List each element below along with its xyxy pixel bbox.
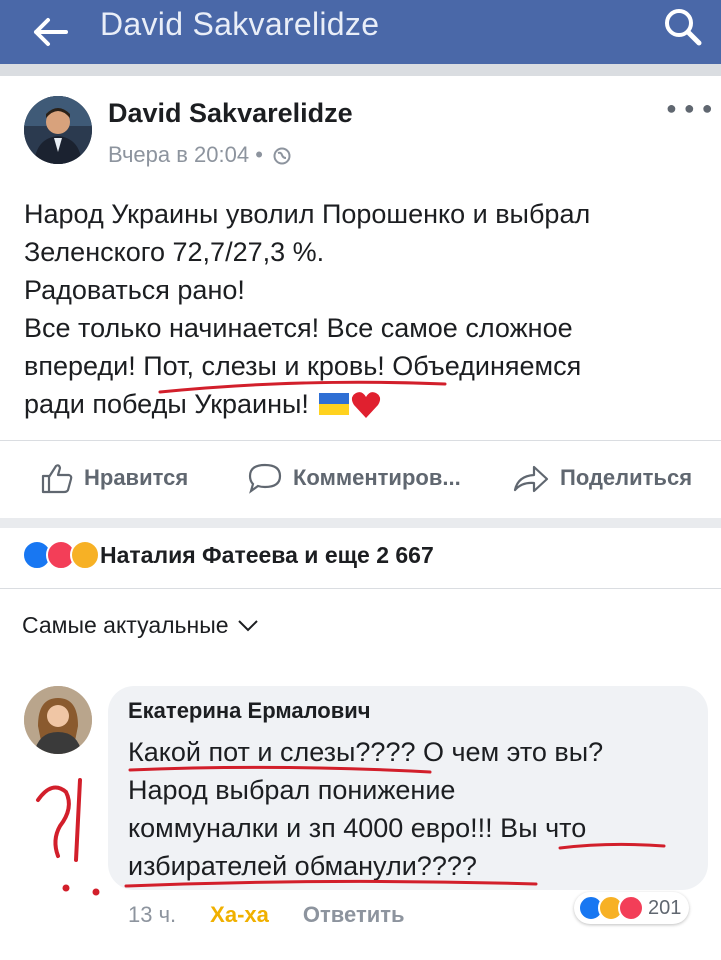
comment-button[interactable]: Комментиров...: [247, 462, 461, 494]
reactions-names: Наталия Фатеева и еще 2 667: [100, 541, 434, 568]
share-arrow-icon: [513, 465, 549, 493]
post-line: Радоваться рано!: [24, 275, 245, 305]
exclamation-scribble: [74, 778, 82, 862]
comment-avatar[interactable]: [24, 686, 92, 754]
comment-line: коммуналки и зп 4000 евро!!! Вы что: [128, 813, 587, 843]
comment-haha-link[interactable]: Ха-ха: [210, 902, 269, 928]
comment-line: избирателей обманули????: [128, 851, 477, 881]
post-line: ради победы Украины!: [24, 389, 309, 419]
comment-author[interactable]: Екатерина Ермалович: [128, 698, 371, 724]
post-body: Народ Украины уволил Порошенко и выбрал …: [24, 195, 714, 423]
post-line: Народ Украины уволил Порошенко и выбрал: [24, 199, 591, 229]
love-reaction-icon: [618, 895, 644, 921]
arrow-left-icon[interactable]: [30, 14, 70, 50]
comment-label: Комментиров...: [293, 465, 461, 490]
divider: [0, 588, 721, 589]
post-line: впереди! Пот, слезы и кровь! Объединяемс…: [24, 351, 582, 381]
avatar[interactable]: [24, 96, 92, 164]
more-options-icon[interactable]: ● ● ●: [666, 98, 714, 119]
divider: [0, 440, 721, 441]
comment-reactions[interactable]: 201: [574, 892, 690, 924]
chevron-down-icon: [237, 619, 258, 631]
divider-band: [0, 518, 721, 528]
comment-reaction-count: 201: [648, 896, 682, 919]
comment-sort-dropdown[interactable]: Самые актуальные: [22, 612, 259, 639]
like-label: Нравится: [84, 465, 189, 490]
question-mark-scribble: [36, 785, 71, 858]
post-time[interactable]: Вчера в 20:04 •: [108, 142, 263, 167]
globe-icon: [273, 145, 291, 165]
post-line: Зеленского 72,7/27,3 %.: [24, 237, 325, 267]
comment-icon: [248, 463, 282, 494]
divider-band: [0, 64, 721, 76]
comment-footer: 13 ч. Ха-ха Ответить: [128, 902, 405, 928]
share-label: Поделиться: [560, 465, 693, 490]
like-button[interactable]: Нравится: [40, 462, 188, 494]
post-author[interactable]: David Sakvarelidze: [108, 98, 353, 129]
comment-body: Какой пот и слезы???? О чем это вы? Наро…: [128, 733, 703, 885]
top-bar: David Sakvarelidze: [0, 0, 721, 64]
red-heart-icon: [351, 391, 381, 419]
post-line: Все только начинается! Все самое сложное: [24, 313, 573, 343]
search-icon[interactable]: [661, 6, 705, 46]
thumbs-up-icon: [41, 464, 73, 494]
haha-reaction-icon: [70, 540, 100, 570]
comment-line: Какой пот и слезы???? О чем это вы?: [128, 737, 604, 767]
action-bar: Нравится Комментиров... Поделиться: [0, 450, 721, 510]
comment-time[interactable]: 13 ч.: [128, 902, 176, 928]
comment-reply-link[interactable]: Ответить: [303, 902, 405, 928]
ukraine-flag-icon: [318, 387, 349, 415]
post-meta: Вчера в 20:04 •: [108, 142, 291, 168]
reactions-summary[interactable]: Наталия Фатеева и еще 2 667: [22, 540, 434, 570]
page-title: David Sakvarelidze: [100, 6, 380, 42]
share-button[interactable]: Поделиться: [512, 462, 692, 494]
post-line-last: ради победы Украины!: [24, 385, 714, 423]
comment-line: Народ выбрал понижение: [128, 775, 456, 805]
sort-label: Самые актуальные: [22, 612, 229, 638]
